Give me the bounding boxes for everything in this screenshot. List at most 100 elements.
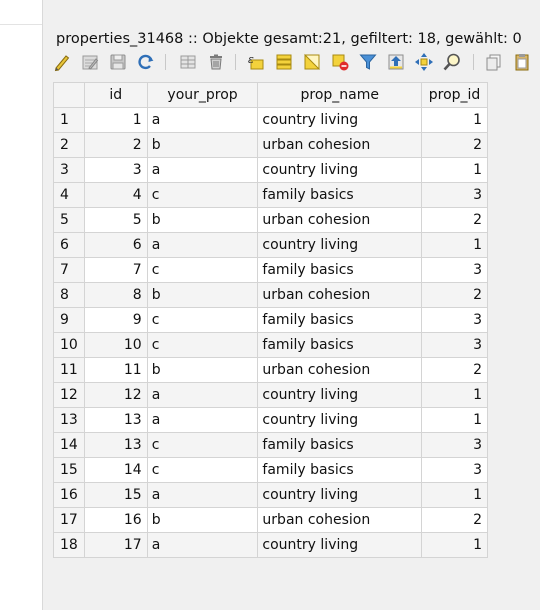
- row-number-cell[interactable]: 14: [53, 432, 85, 458]
- id-cell[interactable]: 14: [83, 457, 148, 483]
- prop-id-cell[interactable]: 1: [421, 532, 488, 558]
- your-prop-cell[interactable]: a: [146, 382, 259, 408]
- your-prop-cell[interactable]: c: [146, 182, 259, 208]
- prop-id-cell[interactable]: 1: [421, 482, 488, 508]
- id-cell[interactable]: 9: [83, 307, 148, 333]
- pan-map-to-selection-icon[interactable]: [413, 51, 435, 73]
- table-row[interactable]: 5 5 b urban cohesion 2: [53, 207, 488, 233]
- table-row[interactable]: 6 6 a country living 1: [53, 232, 488, 258]
- row-number-cell[interactable]: 12: [53, 382, 85, 408]
- table-row[interactable]: 10 10 c family basics 3: [53, 332, 488, 358]
- prop-id-cell[interactable]: 2: [421, 357, 488, 383]
- corner-cell[interactable]: [53, 82, 85, 108]
- prop-name-cell[interactable]: family basics: [257, 332, 423, 358]
- select-all-icon[interactable]: [273, 51, 295, 73]
- row-number-cell[interactable]: 9: [53, 307, 85, 333]
- prop-name-cell[interactable]: family basics: [257, 257, 423, 283]
- row-number-cell[interactable]: 5: [53, 207, 85, 233]
- id-cell[interactable]: 17: [83, 532, 148, 558]
- invert-selection-icon[interactable]: [301, 51, 323, 73]
- toggle-editing-icon[interactable]: [51, 51, 73, 73]
- your-prop-cell[interactable]: b: [146, 357, 259, 383]
- prop-id-cell[interactable]: 3: [421, 182, 488, 208]
- prop-id-cell[interactable]: 3: [421, 332, 488, 358]
- row-number-cell[interactable]: 4: [53, 182, 85, 208]
- prop-id-cell[interactable]: 1: [421, 382, 488, 408]
- prop-name-cell[interactable]: country living: [257, 107, 423, 133]
- prop-id-cell[interactable]: 1: [421, 232, 488, 258]
- row-number-cell[interactable]: 13: [53, 407, 85, 433]
- your-prop-cell[interactable]: c: [146, 257, 259, 283]
- table-row[interactable]: 4 4 c family basics 3: [53, 182, 488, 208]
- table-row[interactable]: 17 16 b urban cohesion 2: [53, 507, 488, 533]
- prop-id-cell[interactable]: 1: [421, 107, 488, 133]
- id-cell[interactable]: 10: [83, 332, 148, 358]
- your-prop-cell[interactable]: c: [146, 457, 259, 483]
- select-by-expression-icon[interactable]: ε: [245, 51, 267, 73]
- deselect-all-icon[interactable]: [329, 51, 351, 73]
- your-prop-cell[interactable]: a: [146, 407, 259, 433]
- row-number-cell[interactable]: 3: [53, 157, 85, 183]
- delete-selected-icon[interactable]: [205, 51, 227, 73]
- id-cell[interactable]: 4: [83, 182, 148, 208]
- prop-id-cell[interactable]: 3: [421, 307, 488, 333]
- id-cell[interactable]: 11: [83, 357, 148, 383]
- id-cell[interactable]: 1: [83, 107, 148, 133]
- id-cell[interactable]: 8: [83, 282, 148, 308]
- prop-name-cell[interactable]: family basics: [257, 432, 423, 458]
- table-row[interactable]: 9 9 c family basics 3: [53, 307, 488, 333]
- table-row[interactable]: 3 3 a country living 1: [53, 157, 488, 183]
- row-number-cell[interactable]: 1: [53, 107, 85, 133]
- multi-edit-icon[interactable]: [79, 51, 101, 73]
- your-prop-cell[interactable]: b: [146, 132, 259, 158]
- prop-name-cell[interactable]: family basics: [257, 457, 423, 483]
- table-row[interactable]: 8 8 b urban cohesion 2: [53, 282, 488, 308]
- id-cell[interactable]: 16: [83, 507, 148, 533]
- table-row[interactable]: 18 17 a country living 1: [53, 532, 488, 558]
- prop-id-cell[interactable]: 1: [421, 157, 488, 183]
- column-header-prop-name[interactable]: prop_name: [257, 82, 423, 108]
- your-prop-cell[interactable]: b: [146, 282, 259, 308]
- prop-name-cell[interactable]: urban cohesion: [257, 357, 423, 383]
- row-number-cell[interactable]: 2: [53, 132, 85, 158]
- table-row[interactable]: 2 2 b urban cohesion 2: [53, 132, 488, 158]
- your-prop-cell[interactable]: c: [146, 332, 259, 358]
- prop-name-cell[interactable]: urban cohesion: [257, 282, 423, 308]
- row-number-cell[interactable]: 17: [53, 507, 85, 533]
- row-number-cell[interactable]: 15: [53, 457, 85, 483]
- row-number-cell[interactable]: 7: [53, 257, 85, 283]
- your-prop-cell[interactable]: c: [146, 307, 259, 333]
- prop-name-cell[interactable]: country living: [257, 232, 423, 258]
- column-header-prop-id[interactable]: prop_id: [421, 82, 488, 108]
- your-prop-cell[interactable]: a: [146, 482, 259, 508]
- id-cell[interactable]: 12: [83, 382, 148, 408]
- table-row[interactable]: 12 12 a country living 1: [53, 382, 488, 408]
- filter-icon[interactable]: [357, 51, 379, 73]
- id-cell[interactable]: 2: [83, 132, 148, 158]
- prop-name-cell[interactable]: country living: [257, 407, 423, 433]
- row-number-cell[interactable]: 16: [53, 482, 85, 508]
- add-feature-icon[interactable]: [177, 51, 199, 73]
- your-prop-cell[interactable]: c: [146, 432, 259, 458]
- save-edits-icon[interactable]: [107, 51, 129, 73]
- table-row[interactable]: 16 15 a country living 1: [53, 482, 488, 508]
- your-prop-cell[interactable]: a: [146, 232, 259, 258]
- prop-name-cell[interactable]: urban cohesion: [257, 132, 423, 158]
- row-number-cell[interactable]: 10: [53, 332, 85, 358]
- id-cell[interactable]: 6: [83, 232, 148, 258]
- your-prop-cell[interactable]: a: [146, 107, 259, 133]
- copy-rows-icon[interactable]: [483, 51, 505, 73]
- prop-name-cell[interactable]: family basics: [257, 182, 423, 208]
- reload-icon[interactable]: [135, 51, 157, 73]
- prop-id-cell[interactable]: 3: [421, 432, 488, 458]
- prop-name-cell[interactable]: country living: [257, 482, 423, 508]
- prop-name-cell[interactable]: country living: [257, 157, 423, 183]
- prop-id-cell[interactable]: 2: [421, 282, 488, 308]
- row-number-cell[interactable]: 18: [53, 532, 85, 558]
- your-prop-cell[interactable]: a: [146, 157, 259, 183]
- zoom-to-selection-icon[interactable]: [441, 51, 463, 73]
- your-prop-cell[interactable]: b: [146, 507, 259, 533]
- id-cell[interactable]: 7: [83, 257, 148, 283]
- table-row[interactable]: 13 13 a country living 1: [53, 407, 488, 433]
- prop-id-cell[interactable]: 1: [421, 407, 488, 433]
